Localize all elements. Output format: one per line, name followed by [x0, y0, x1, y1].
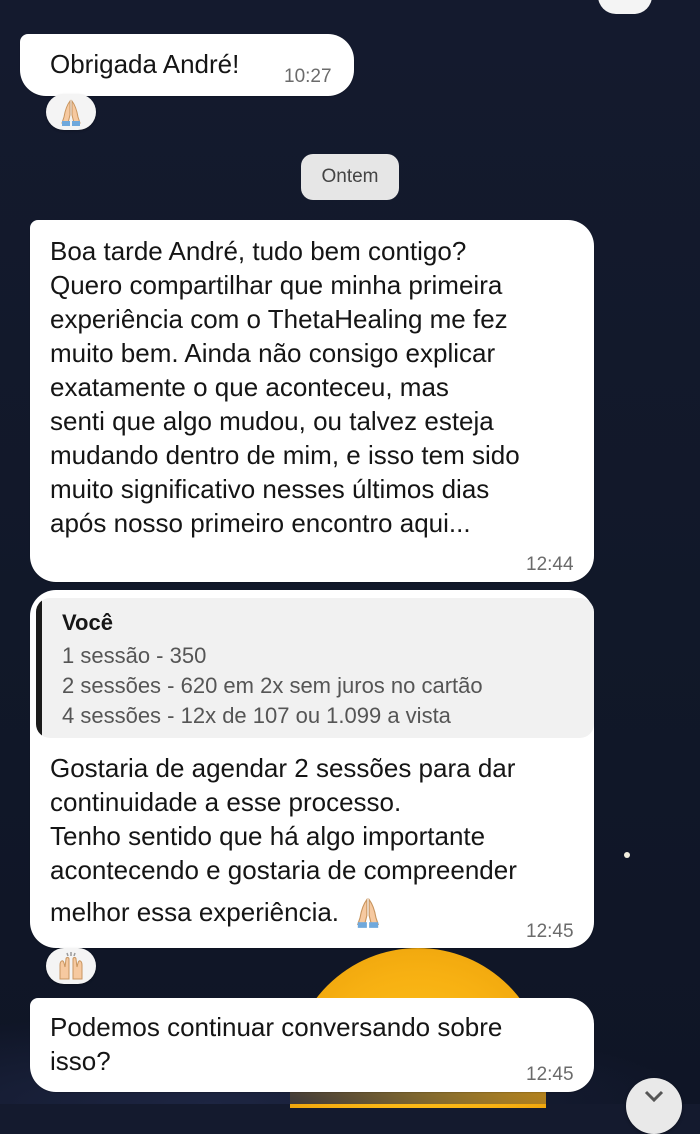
message-last-line: melhor essa experiência.	[50, 893, 385, 931]
message-text: melhor essa experiência.	[50, 897, 340, 927]
quote-line: 1 sessão - 350	[62, 643, 207, 668]
message-bubble[interactable]: Boa tarde André, tudo bem contigo? Quero…	[30, 220, 594, 582]
quote-author: Você	[62, 610, 113, 635]
hand-icon	[598, 0, 652, 14]
scroll-down-button[interactable]	[626, 1078, 682, 1134]
folded-hands-icon	[357, 897, 380, 928]
message-text: Obrigada André!	[50, 49, 240, 79]
quote-bar	[36, 598, 42, 738]
quote-line: 4 sessões - 12x de 107 ou 1.099 a vista	[62, 703, 451, 728]
quoted-message[interactable]: Você 1 sessão - 350 2 sessões - 620 em 2…	[36, 598, 594, 738]
message-time: 10:27	[284, 66, 332, 87]
message-bubble[interactable]: Obrigada André! 10:27	[20, 34, 354, 96]
quote-line: 2 sessões - 620 em 2x sem juros no cartã…	[62, 673, 483, 698]
raising-hands-icon	[59, 952, 83, 980]
message-bubble[interactable]: Podemos continuar conversando sobre isso…	[30, 998, 594, 1092]
date-separator: Ontem	[301, 154, 399, 200]
message-reaction[interactable]	[46, 948, 96, 984]
message-time: 12:44	[526, 554, 574, 575]
folded-hands-icon	[61, 99, 81, 126]
message-time: 12:45	[526, 1064, 574, 1085]
top-reaction-chip	[598, 0, 652, 14]
message-text: Boa tarde André, tudo bem contigo? Quero…	[50, 236, 520, 538]
message-text: Podemos continuar conversando sobre isso…	[50, 1012, 503, 1076]
message-text: Gostaria de agendar 2 sessões para dar c…	[50, 753, 517, 885]
background-star	[624, 852, 630, 858]
message-reaction[interactable]	[46, 94, 96, 130]
message-time: 12:45	[526, 921, 574, 942]
